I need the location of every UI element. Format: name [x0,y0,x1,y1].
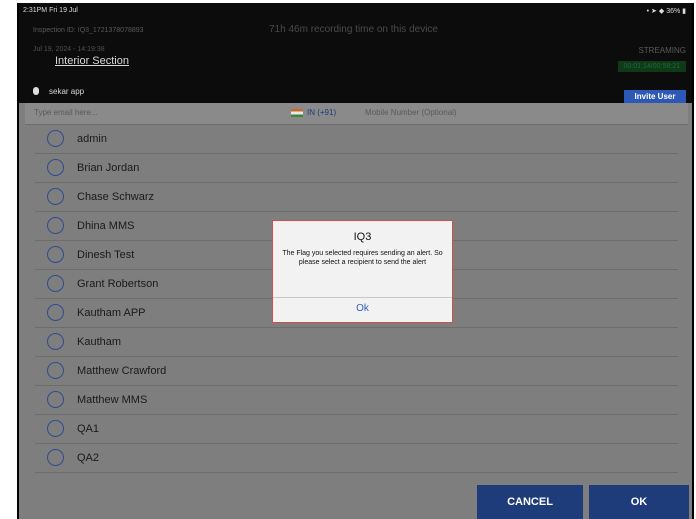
recording-time: 71h 46m recording time on this device [269,24,438,35]
list-item[interactable]: Matthew MMS [25,386,688,415]
dialog-title: IQ3 [353,231,372,243]
list-item[interactable]: admin [25,125,688,154]
radio-button[interactable] [47,275,64,292]
email-input[interactable]: Type email here... [34,108,98,117]
recipient-name: Kautham APP [77,307,146,319]
recipient-name: QA1 [77,423,100,435]
radio-button[interactable] [47,217,64,234]
radio-button[interactable] [47,130,64,147]
app-name: sekar app [49,87,85,96]
list-item[interactable]: Matthew Crawford [25,357,688,386]
cancel-button[interactable]: CANCEL [477,485,583,519]
radio-button[interactable] [47,333,64,350]
streaming-label: STREAMING [638,46,686,55]
stream-timer: 00:01:14/00:58:21 [617,61,686,72]
list-item[interactable]: Brian Jordan [25,154,688,183]
radio-button[interactable] [47,449,64,466]
dialog-ok-button[interactable]: Ok [273,298,452,322]
status-time: 2:31PM Fri 19 Jul [23,7,78,14]
radio-button[interactable] [47,188,64,205]
radio-button[interactable] [47,304,64,321]
recipient-name: Matthew MMS [77,394,148,406]
recipient-name: Brian Jordan [77,162,140,174]
radio-button[interactable] [47,391,64,408]
status-bar: 2:31PM Fri 19 Jul • ➤ ◆ 36% ▮ [19,6,692,18]
recipient-name: Matthew Crawford [77,365,167,377]
radio-button[interactable] [47,420,64,437]
recipient-name: Grant Robertson [77,278,159,290]
list-item[interactable]: QA1 [25,415,688,444]
footer-bar: CANCEL OK [19,485,692,519]
section-title[interactable]: Interior Section [55,55,129,67]
recipient-name: admin [77,133,107,145]
recipient-input-row: Type email here... IN (+91) Mobile Numbe… [25,103,688,125]
radio-button[interactable] [47,246,64,263]
recipient-name: QA2 [77,452,100,464]
radio-button[interactable] [47,159,64,176]
invite-user-button[interactable]: Invite User [624,90,686,104]
india-flag-icon[interactable] [291,109,303,117]
recipient-name: Chase Schwarz [77,191,155,203]
mobile-number-input[interactable]: Mobile Number (Optional) [365,108,457,117]
microphone-icon [33,87,39,95]
dialog-message: The Flag you selected requires sending a… [282,250,443,266]
list-item[interactable]: Kautham [25,328,688,357]
country-code-selector[interactable]: IN (+91) [307,108,336,117]
inspection-datetime: Jul 19, 2024 - 14:19:38 [33,46,105,53]
recipient-name: Dinesh Test [77,249,135,261]
status-indicators: • ➤ ◆ 36% ▮ [646,8,686,15]
recipient-name: Dhina MMS [77,220,135,232]
recipient-name: Kautham [77,336,122,348]
list-item[interactable]: Chase Schwarz [25,183,688,212]
radio-button[interactable] [47,362,64,379]
top-header: 2:31PM Fri 19 Jul • ➤ ◆ 36% ▮ Inspection… [19,3,692,104]
ok-button[interactable]: OK [589,485,689,519]
inspection-id: Inspection ID: IQ3_1721378078893 [33,27,144,34]
list-item[interactable]: QA2 [25,444,688,473]
divider [35,472,678,473]
alert-dialog: IQ3 The Flag you selected requires sendi… [272,220,453,323]
